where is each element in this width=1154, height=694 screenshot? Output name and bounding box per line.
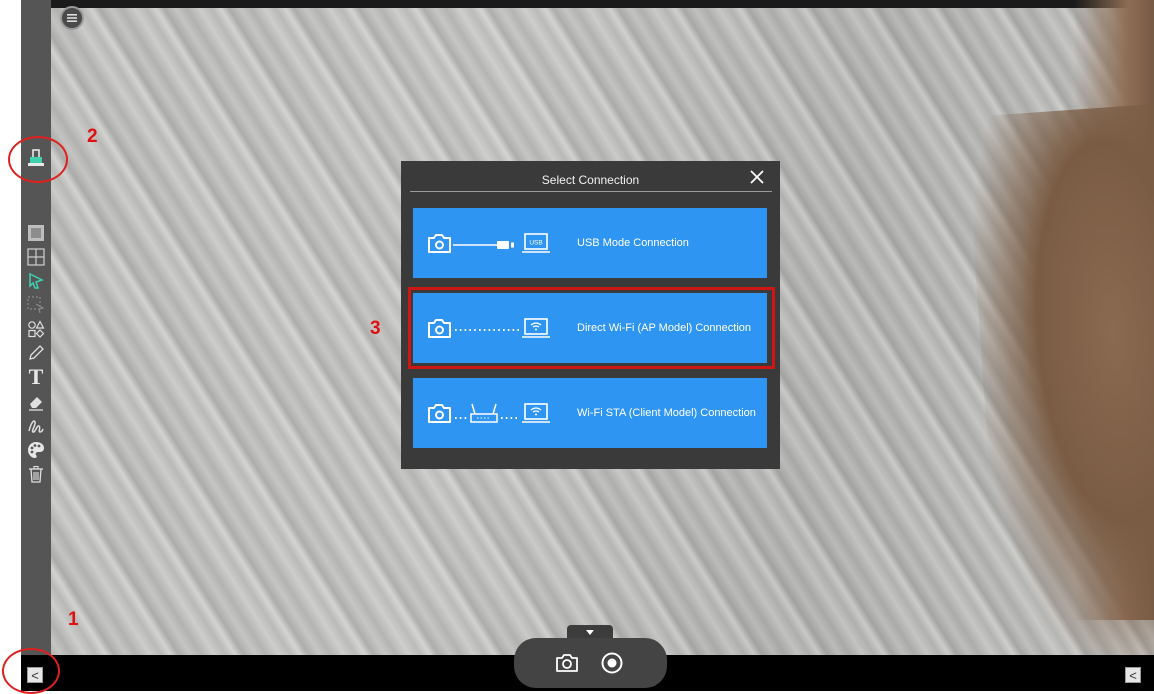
annotation-number-2: 2 [87,126,98,147]
annotation-number-3: 3 [370,318,381,339]
annotation-number-1: 1 [68,609,79,630]
collapse-right-button[interactable]: < [1125,667,1141,683]
select-pointer-icon [29,272,44,289]
pen-icon [29,345,44,360]
capture-bar [514,638,667,688]
snapshot-button[interactable] [554,651,580,675]
left-toolbar: T [21,0,51,655]
usb-connection-option[interactable]: USB USB Mode Connection [413,208,767,278]
dialog-divider [410,191,772,192]
area-select-icon [27,296,45,314]
pen-tool[interactable] [24,342,48,364]
freehand-icon [28,420,44,433]
camera-usb-laptop-icon: USB [428,233,550,253]
freehand-tool[interactable] [24,415,48,437]
wifi-sta-connection-option[interactable]: Wi-Fi STA (Client Model) Connection [413,378,767,448]
menu-icon [67,14,77,22]
annotation-highlight-3 [408,287,775,369]
annotation-circle-1 [2,648,60,694]
chevron-left-icon: < [1129,668,1137,683]
close-icon [750,170,764,184]
text-icon: T [28,364,44,389]
record-icon [601,652,623,674]
usb-badge: USB [529,240,542,247]
camera-icon [556,654,578,672]
mosaic-tool[interactable] [24,222,48,244]
menu-button[interactable] [60,6,84,30]
area-select-tool[interactable] [24,294,48,316]
select-pointer-tool[interactable] [24,270,48,292]
mosaic-icon [28,225,44,241]
eraser-icon [29,397,43,411]
trash-icon [29,465,43,483]
wifi-sta-connection-label: Wi-Fi STA (Client Model) Connection [577,407,756,419]
grid-tool[interactable] [24,246,48,268]
palette-tool[interactable] [24,439,48,461]
record-button[interactable] [600,651,624,675]
palette-icon [28,442,44,458]
usb-connection-label: USB Mode Connection [577,237,689,249]
dialog-title: Select Connection [541,173,640,187]
eraser-tool[interactable] [24,391,48,413]
shapes-tool[interactable] [24,318,48,340]
delete-tool[interactable] [24,463,48,485]
shapes-icon [28,320,45,338]
annotation-circle-2 [8,136,68,183]
grid-icon [27,248,45,266]
feed-shadow-2 [964,104,1154,655]
top-edge [21,0,1154,8]
close-button[interactable] [748,169,766,187]
camera-router-laptop-icon [428,403,550,423]
text-tool[interactable]: T [24,366,48,388]
